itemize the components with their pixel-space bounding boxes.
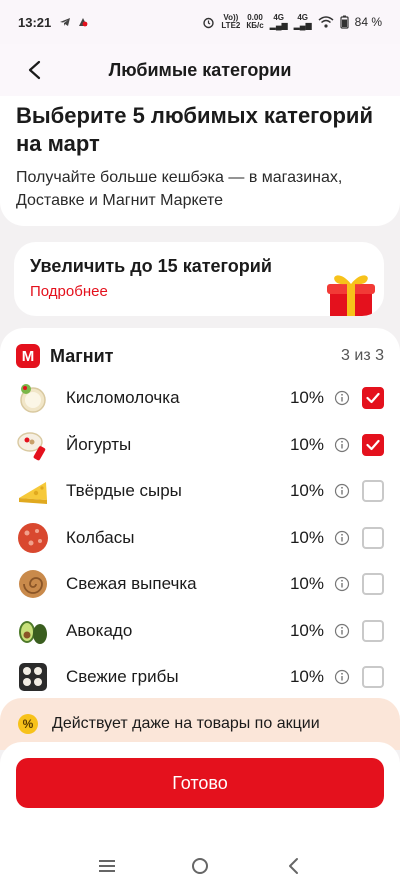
gift-icon (327, 275, 375, 316)
pastry-icon (19, 570, 47, 599)
category-checkbox[interactable] (362, 573, 384, 596)
intro-card: Выберите 5 любимых категорий на март Пол… (0, 96, 400, 226)
alarm-icon (203, 17, 215, 28)
category-label: Колбасы (66, 527, 135, 547)
list-item[interactable]: Свежая выпечка 10% (0, 561, 400, 608)
volte-indicator: Vo)) LTE2 (221, 13, 241, 30)
category-list: М Магнит 3 из 3 Кисломолочка 10% Йогурты… (0, 328, 400, 748)
category-checkbox[interactable] (362, 526, 384, 549)
increase-categories-card[interactable]: Увеличить до 15 категорий Подробнее (14, 242, 384, 316)
info-icon[interactable] (334, 483, 350, 499)
chevron-left-icon (28, 60, 41, 80)
category-checkbox[interactable] (362, 433, 384, 456)
category-label: Йогурты (66, 434, 132, 454)
home-circle-icon (191, 858, 208, 874)
menu-icon (98, 860, 115, 872)
category-checkbox[interactable] (362, 480, 384, 503)
list-item[interactable]: Йогурты 10% (0, 422, 400, 469)
cashback-percent: 10% (289, 527, 324, 547)
cashback-percent: 10% (289, 434, 324, 454)
cashback-percent: 10% (289, 620, 324, 640)
category-label: Кисломолочка (66, 388, 180, 408)
percent-badge-icon: % (18, 714, 38, 734)
checkmark-icon (366, 439, 380, 450)
dairy-icon (20, 384, 46, 413)
selected-counter: 3 из 3 (341, 347, 384, 364)
list-item[interactable]: Свежие грибы 10% (0, 654, 400, 701)
avocado-icon (19, 620, 47, 644)
home-button[interactable] (185, 851, 215, 881)
category-label: Твёрдые сыры (66, 481, 182, 501)
screen: 13:21 Vo)) LTE2 0.00 КБ/с 4G ▂▄▆ 4G ▂▄▆ 84 %… (0, 0, 400, 887)
cashback-percent: 10% (289, 388, 324, 408)
info-icon[interactable] (334, 530, 350, 546)
checkmark-icon (366, 393, 380, 404)
battery-level: 84 % (354, 15, 382, 29)
info-icon[interactable] (334, 669, 350, 685)
cheese-icon (19, 482, 47, 505)
bottom-panel: Готово (0, 742, 400, 845)
top-bar: Любимые категории (0, 44, 400, 96)
system-nav-bar (0, 845, 400, 887)
signal-4g-1: 4G ▂▄▆ (269, 13, 288, 30)
category-rows: Кисломолочка 10% Йогурты 10% Твёрдые сыр… (0, 375, 400, 701)
cashback-percent: 10% (289, 481, 324, 501)
recent-apps-button[interactable] (92, 851, 122, 881)
system-back-button[interactable] (278, 851, 308, 881)
info-icon[interactable] (334, 437, 350, 453)
promo-title: Увеличить до 15 категорий (30, 256, 272, 276)
category-checkbox[interactable] (362, 387, 384, 410)
list-item[interactable]: Кисломолочка 10% (0, 375, 400, 422)
info-icon[interactable] (334, 576, 350, 592)
intro-subtitle: Получайте больше кешбэка — в магазинах, … (16, 169, 343, 209)
intro-title: Выберите 5 любимых категорий на март (16, 103, 373, 156)
status-right: Vo)) LTE2 0.00 КБ/с 4G ▂▄▆ 4G ▂▄▆ 84 % (202, 14, 382, 30)
brand-name: Магнит (50, 345, 114, 366)
category-label: Авокадо (66, 620, 133, 640)
list-item[interactable]: Твёрдые сыры 10% (0, 468, 400, 515)
wifi-icon (318, 16, 334, 28)
mushroom-icon (19, 663, 47, 692)
cashback-percent: 10% (289, 574, 324, 594)
cashback-percent: 10% (289, 667, 324, 687)
yogurt-icon (17, 432, 46, 461)
info-icon[interactable] (334, 623, 350, 639)
back-button[interactable] (18, 54, 50, 86)
category-label: Свежие грибы (66, 667, 179, 687)
status-bar: 13:21 Vo)) LTE2 0.00 КБ/с 4G ▂▄▆ 4G ▂▄▆ 84 % (0, 0, 400, 44)
telegram-icon (60, 18, 71, 26)
category-checkbox[interactable] (362, 666, 384, 689)
category-checkbox[interactable] (362, 619, 384, 642)
done-button[interactable]: Готово (16, 758, 384, 808)
more-details-link[interactable]: Подробнее (30, 283, 108, 300)
app-notification-icon (79, 18, 88, 27)
promo-note-text: Действует даже на товары по акции (52, 715, 320, 732)
back-triangle-icon (289, 858, 299, 874)
list-header: М Магнит 3 из 3 (0, 328, 400, 368)
sausage-icon (18, 522, 48, 553)
category-label: Свежая выпечка (66, 574, 197, 594)
battery-icon (340, 15, 349, 29)
magnit-logo: М (16, 344, 40, 368)
info-icon[interactable] (334, 390, 350, 406)
signal-4g-2: 4G ▂▄▆ (293, 13, 312, 30)
status-time: 13:21 (18, 14, 52, 30)
notification-icons (59, 16, 89, 28)
page-title: Любимые категории (108, 59, 292, 80)
list-item[interactable]: Авокадо 10% (0, 608, 400, 655)
speed-indicator: 0.00 КБ/с (246, 13, 264, 30)
list-item[interactable]: Колбасы 10% (0, 515, 400, 562)
